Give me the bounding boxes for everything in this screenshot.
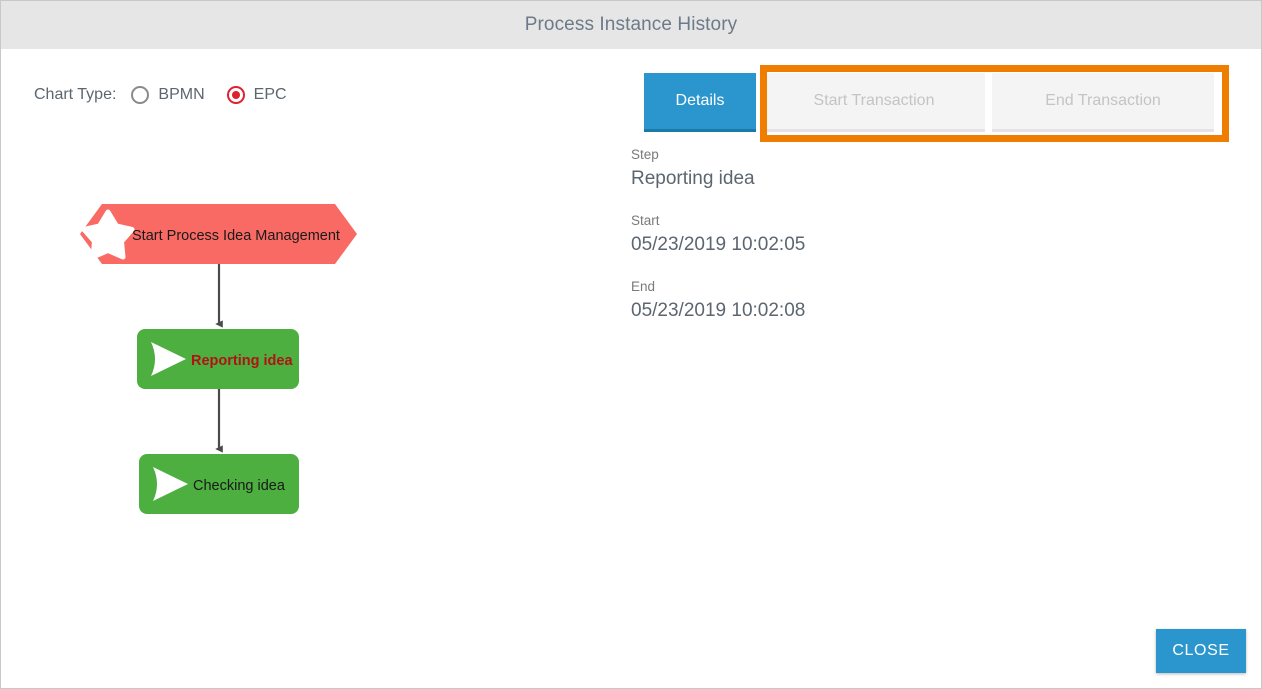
node-label-checking: Checking idea bbox=[193, 478, 286, 494]
node-reporting-idea[interactable]: Reporting idea bbox=[137, 329, 299, 389]
tab-start-transaction[interactable]: Start Transaction bbox=[763, 73, 985, 132]
node-start-process-idea-management[interactable]: Start Process Idea Management bbox=[80, 204, 357, 264]
node-checking-idea[interactable]: Checking idea bbox=[139, 454, 299, 514]
details-panel: Step Reporting idea Start 05/23/2019 10:… bbox=[631, 147, 1191, 345]
close-button[interactable]: CLOSE bbox=[1156, 629, 1246, 673]
process-instance-history-dialog: Process Instance History Chart Type: BPM… bbox=[0, 0, 1262, 689]
end-value: 05/23/2019 10:02:08 bbox=[631, 300, 806, 321]
detail-tabs: Details Start Transaction End Transactio… bbox=[644, 73, 1214, 132]
detail-group-step: Step Reporting idea bbox=[631, 147, 1191, 190]
end-label: End bbox=[631, 279, 656, 294]
step-label: Step bbox=[631, 147, 659, 162]
node-label-start: Start Process Idea Management bbox=[132, 228, 340, 244]
epc-flow-diagram: Start Process Idea Management Reporting … bbox=[80, 204, 357, 514]
start-label: Start bbox=[631, 213, 660, 228]
start-value: 05/23/2019 10:02:05 bbox=[631, 234, 806, 255]
detail-group-end: End 05/23/2019 10:02:08 bbox=[631, 279, 1191, 322]
detail-group-start: Start 05/23/2019 10:02:05 bbox=[631, 213, 1191, 256]
step-value: Reporting idea bbox=[631, 168, 755, 189]
node-label-reporting: Reporting idea bbox=[191, 353, 293, 369]
tab-end-transaction[interactable]: End Transaction bbox=[992, 73, 1214, 132]
tab-details[interactable]: Details bbox=[644, 73, 756, 132]
page-title: Process Instance History bbox=[524, 14, 738, 35]
dialog-header: Process Instance History bbox=[1, 1, 1261, 49]
